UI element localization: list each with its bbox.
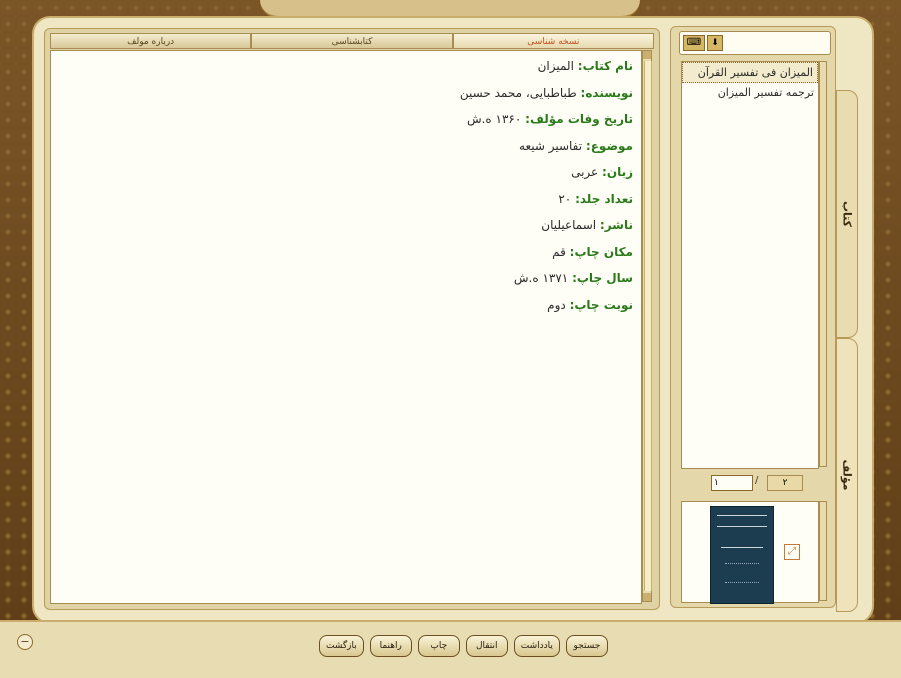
page-number-input[interactable]: ۱ (711, 475, 753, 491)
book-list: المیزان فی تفسیر القرآن ترجمه تفسیر المی… (681, 61, 819, 469)
info-label: مکان چاپ: (569, 244, 633, 259)
book-list-item[interactable]: ترجمه تفسیر المیزان (682, 83, 818, 102)
back-button[interactable]: بازگشت (319, 635, 364, 657)
info-row: مکان چاپ: قم (51, 239, 641, 266)
info-value: اسماعیلیان (541, 218, 597, 232)
info-row: نام کتاب: المیزان (51, 53, 641, 80)
scroll-thumb[interactable] (644, 61, 652, 591)
info-value: المیزان (537, 59, 574, 73)
content-scrollbar[interactable] (642, 50, 652, 602)
help-button[interactable]: راهنما (369, 635, 412, 657)
tab-ketabshenasi[interactable]: کتابشناسی (251, 33, 453, 49)
info-row: تعداد جلد: ۲۰ (51, 186, 641, 213)
info-label: تعداد جلد: (575, 191, 633, 206)
book-list-panel: ⌨ ⬇ المیزان فی تفسیر القرآن ترجمه تفسیر … (670, 26, 836, 608)
cover-scrollbar[interactable] (819, 501, 827, 601)
info-row: نوبت چاپ: دوم (51, 292, 641, 319)
info-label: سال چاپ: (572, 271, 633, 285)
scroll-up-arrow[interactable] (643, 51, 651, 59)
side-tab-book[interactable]: کتاب (836, 90, 858, 338)
info-value: ۱۳۶۰ ه.ش (466, 112, 522, 126)
info-label: ناشر: (599, 218, 633, 232)
book-details-panel: نسخه شناسی کتابشناسی درباره مولف نام کتا… (44, 28, 660, 610)
download-arrow-icon[interactable]: ⬇ (707, 35, 723, 51)
page-total: ۲ (767, 475, 803, 491)
book-list-item[interactable]: المیزان فی تفسیر القرآن (682, 62, 818, 83)
info-value: دوم (547, 297, 566, 312)
expand-icon[interactable]: ⤢ (784, 544, 800, 560)
tab-bar: نسخه شناسی کتابشناسی درباره مولف (50, 33, 654, 49)
info-value: ۱۳۷۱ ه.ش (513, 271, 569, 285)
print-button[interactable]: چاپ (417, 635, 460, 657)
info-value: طباطبایی، محمد حسین (459, 85, 577, 100)
pager: ۱ / ۲ (679, 473, 829, 493)
page-separator: / (755, 475, 759, 486)
info-label: نویسنده: (580, 85, 633, 100)
search-button[interactable]: جستجو (565, 635, 608, 657)
tab-nuskhe-shenasi[interactable]: نسخه شناسی (452, 33, 654, 49)
info-value: ۲۰ (558, 191, 572, 206)
transfer-button[interactable]: انتقال (465, 635, 508, 657)
minimize-icon[interactable]: − (17, 634, 33, 650)
info-label: نام کتاب: (577, 59, 633, 73)
keyboard-icon[interactable]: ⌨ (683, 35, 705, 51)
info-row: زبان: عربی (51, 159, 641, 186)
cover-subtitle-line (721, 537, 763, 548)
cover-preview: ⤢ (681, 501, 819, 604)
bottom-button-row: بازگشت راهنما چاپ انتقال یادداشت جستجو (319, 635, 608, 657)
tab-about-author[interactable]: درباره مولف (50, 33, 252, 49)
note-button[interactable]: یادداشت (513, 635, 560, 657)
info-label: موضوع: (585, 138, 633, 153)
info-row: نویسنده: طباطبایی، محمد حسین (51, 80, 641, 107)
scroll-down-arrow[interactable] (643, 593, 651, 601)
info-row: ناشر: اسماعیلیان (51, 212, 641, 239)
side-tab-author-label: مؤلف (840, 459, 854, 491)
info-row: تاریخ وفات مؤلف: ۱۳۶۰ ه.ش (51, 106, 641, 133)
info-label: زبان: (602, 165, 633, 179)
info-label: نوبت چاپ: (569, 297, 633, 312)
info-row: موضوع: تفاسیر شیعه (51, 133, 641, 160)
book-list-scrollbar[interactable] (819, 61, 827, 467)
cover-title-line (717, 515, 767, 527)
cover-ornament (725, 563, 759, 583)
info-value: قم (552, 244, 566, 259)
info-row: سال چاپ: ۱۳۷۱ ه.ش (51, 265, 641, 292)
book-cover-image (710, 506, 774, 604)
book-info-content: نام کتاب: المیزان نویسنده: طباطبایی، محم… (50, 50, 642, 604)
info-value: عربی (571, 165, 599, 179)
side-tab-book-label: کتاب (840, 200, 854, 228)
info-label: تاریخ وفات مؤلف: (525, 112, 633, 126)
info-value: تفاسیر شیعه (519, 138, 583, 153)
side-tab-author[interactable]: مؤلف (836, 338, 858, 612)
